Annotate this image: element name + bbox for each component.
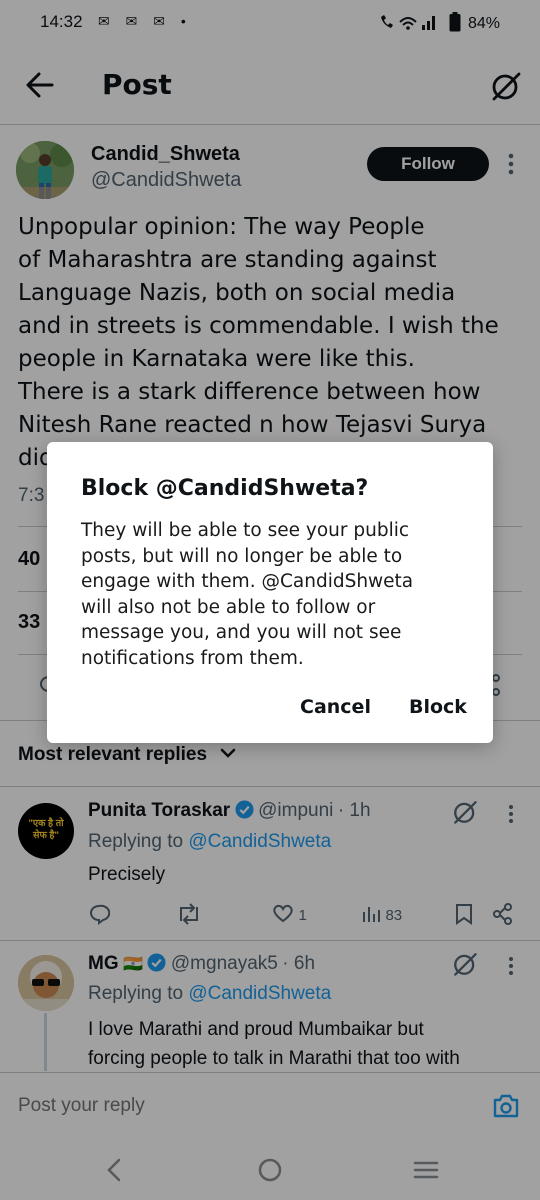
dialog-body-line: They will be able to see your public (81, 520, 410, 541)
block-button[interactable]: Block (409, 696, 467, 718)
cancel-button[interactable]: Cancel (300, 696, 371, 718)
dialog-body: They will be able to see your public pos… (81, 518, 461, 671)
dialog-body-line: will also not be able to follow or (81, 596, 376, 618)
dialog-title: Block @CandidShweta? (81, 476, 369, 501)
dialog-body-line: message you, and you will not see (81, 622, 402, 643)
dialog-body-line: notifications from them. (81, 647, 304, 669)
block-dialog: Block @CandidShweta? They will be able t… (47, 442, 493, 743)
dialog-body-line: posts, but will no longer be able to (81, 545, 403, 567)
dialog-body-line: engage with them. @CandidShweta (81, 571, 414, 592)
